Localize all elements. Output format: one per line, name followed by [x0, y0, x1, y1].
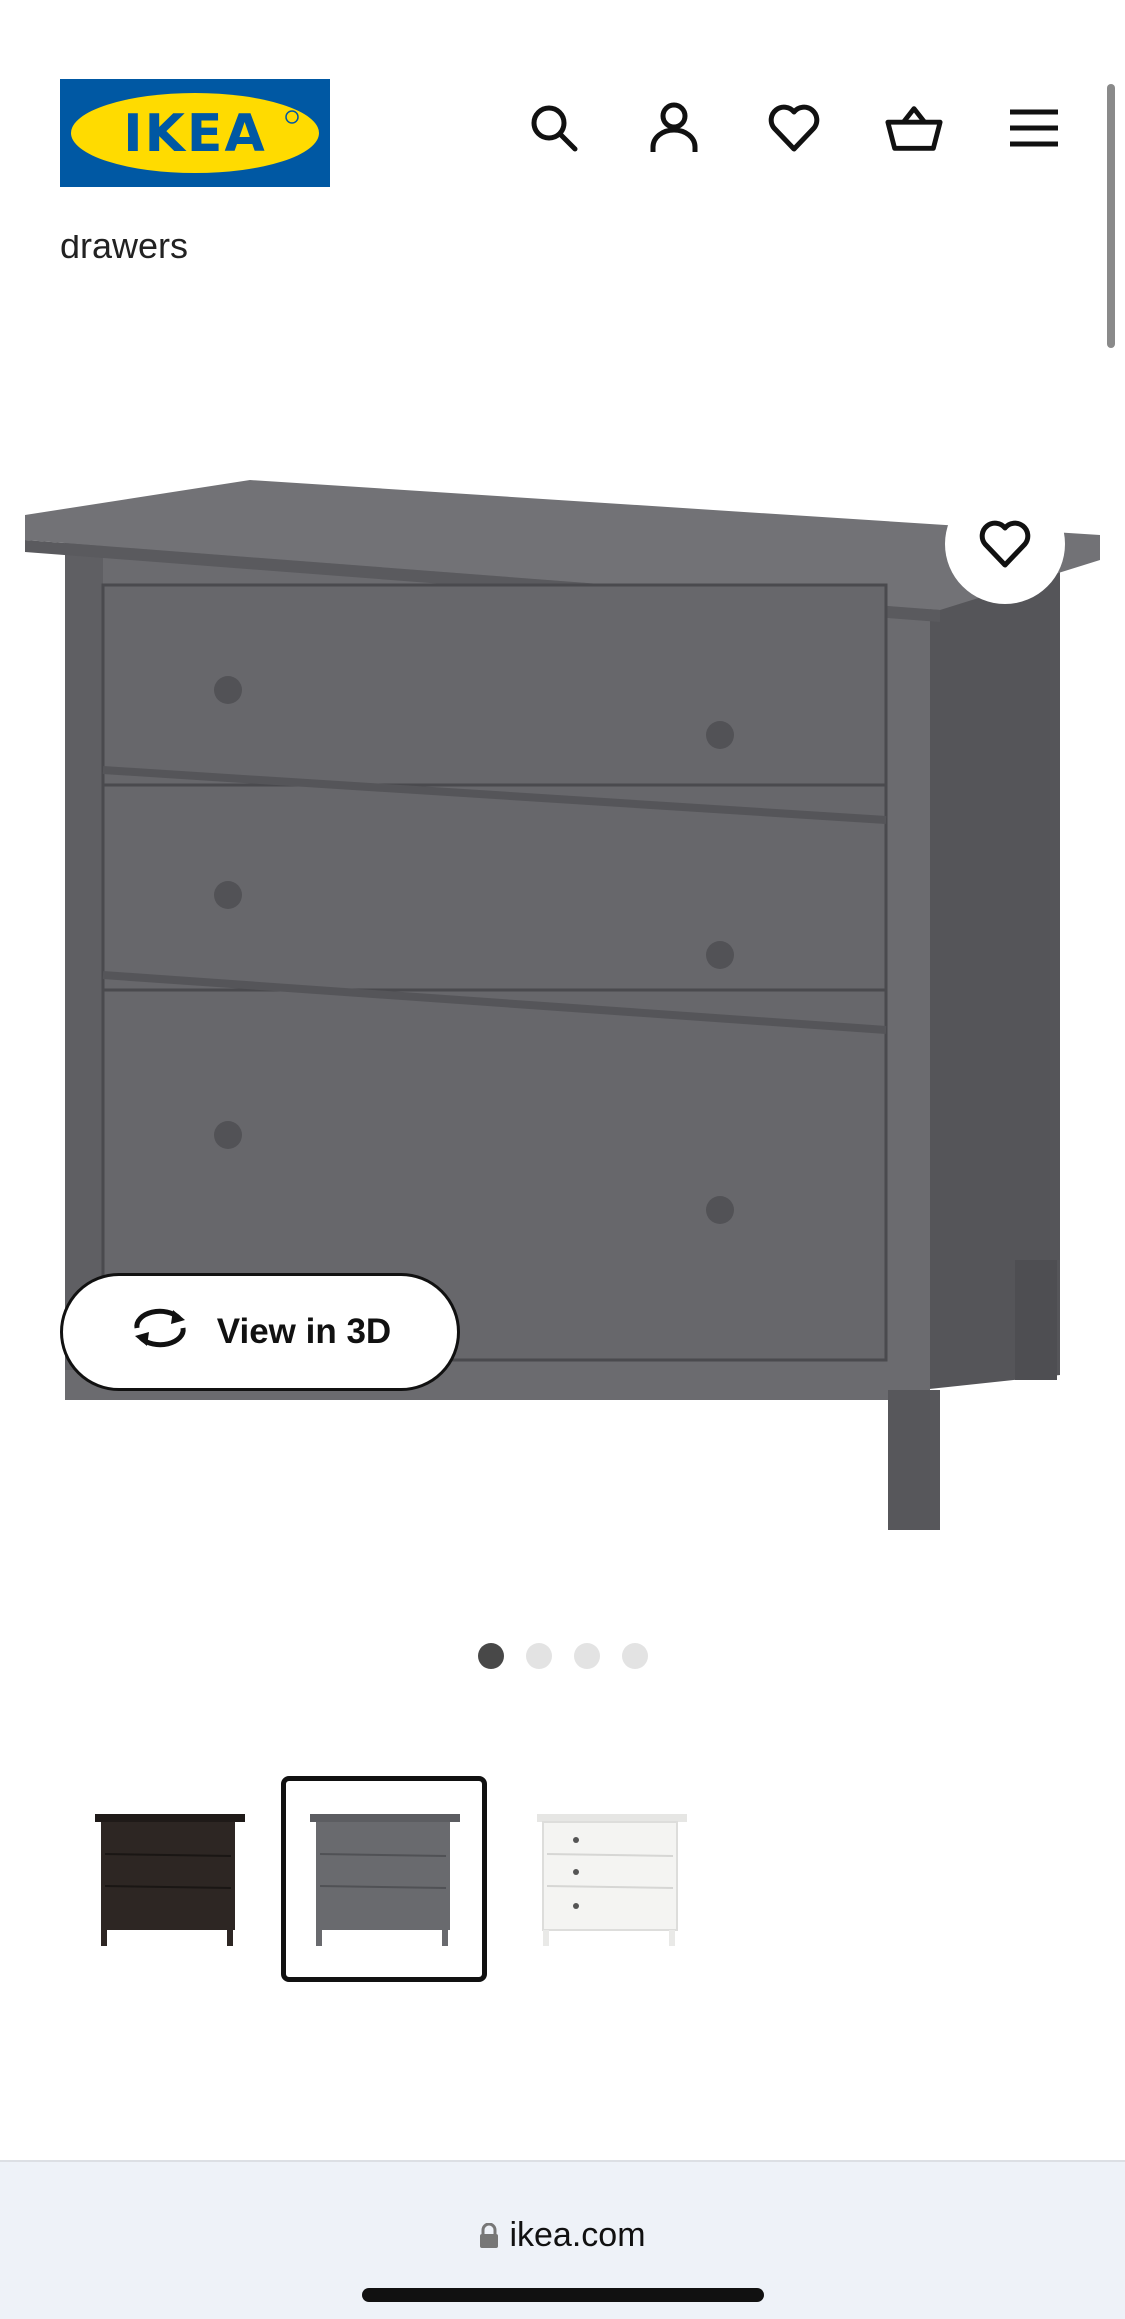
variant-thumbnail-white[interactable]	[508, 1776, 714, 1982]
carousel-dot[interactable]	[621, 1643, 648, 1669]
product-image[interactable]	[0, 440, 1125, 1560]
home-indicator	[362, 2288, 764, 2302]
add-to-favourites-button[interactable]	[945, 484, 1065, 604]
site-header: IKEA drawers	[0, 0, 1125, 266]
url-display[interactable]: ikea.com	[0, 2216, 1125, 2258]
user-icon[interactable]	[644, 98, 704, 158]
carousel-dot[interactable]	[525, 1643, 552, 1669]
image-carousel-dots	[0, 1643, 1125, 1669]
browser-address-bar[interactable]: ikea.com	[0, 2160, 1125, 2319]
rotate-3d-icon	[129, 1306, 191, 1359]
url-text: ikea.com	[509, 2216, 646, 2254]
svg-text:IKEA: IKEA	[123, 104, 266, 164]
view-in-3d-label: View in 3D	[216, 1312, 392, 1351]
carousel-dot[interactable]	[477, 1643, 504, 1669]
variant-thumbnail-dark-gray[interactable]	[281, 1776, 487, 1982]
basket-icon[interactable]	[884, 98, 944, 158]
view-in-3d-button[interactable]: View in 3D	[60, 1273, 460, 1391]
heart-icon	[979, 520, 1031, 568]
menu-icon[interactable]	[1004, 98, 1064, 158]
heart-icon[interactable]	[764, 98, 824, 158]
scrollbar-thumb[interactable]	[1107, 84, 1115, 348]
lock-icon	[479, 2219, 499, 2258]
variant-thumbnail-black-brown[interactable]	[66, 1776, 272, 1982]
search-icon[interactable]	[524, 98, 584, 158]
product-title-partial: drawers	[60, 226, 189, 266]
ikea-logo[interactable]: IKEA	[60, 79, 330, 187]
carousel-dot[interactable]	[573, 1643, 600, 1669]
